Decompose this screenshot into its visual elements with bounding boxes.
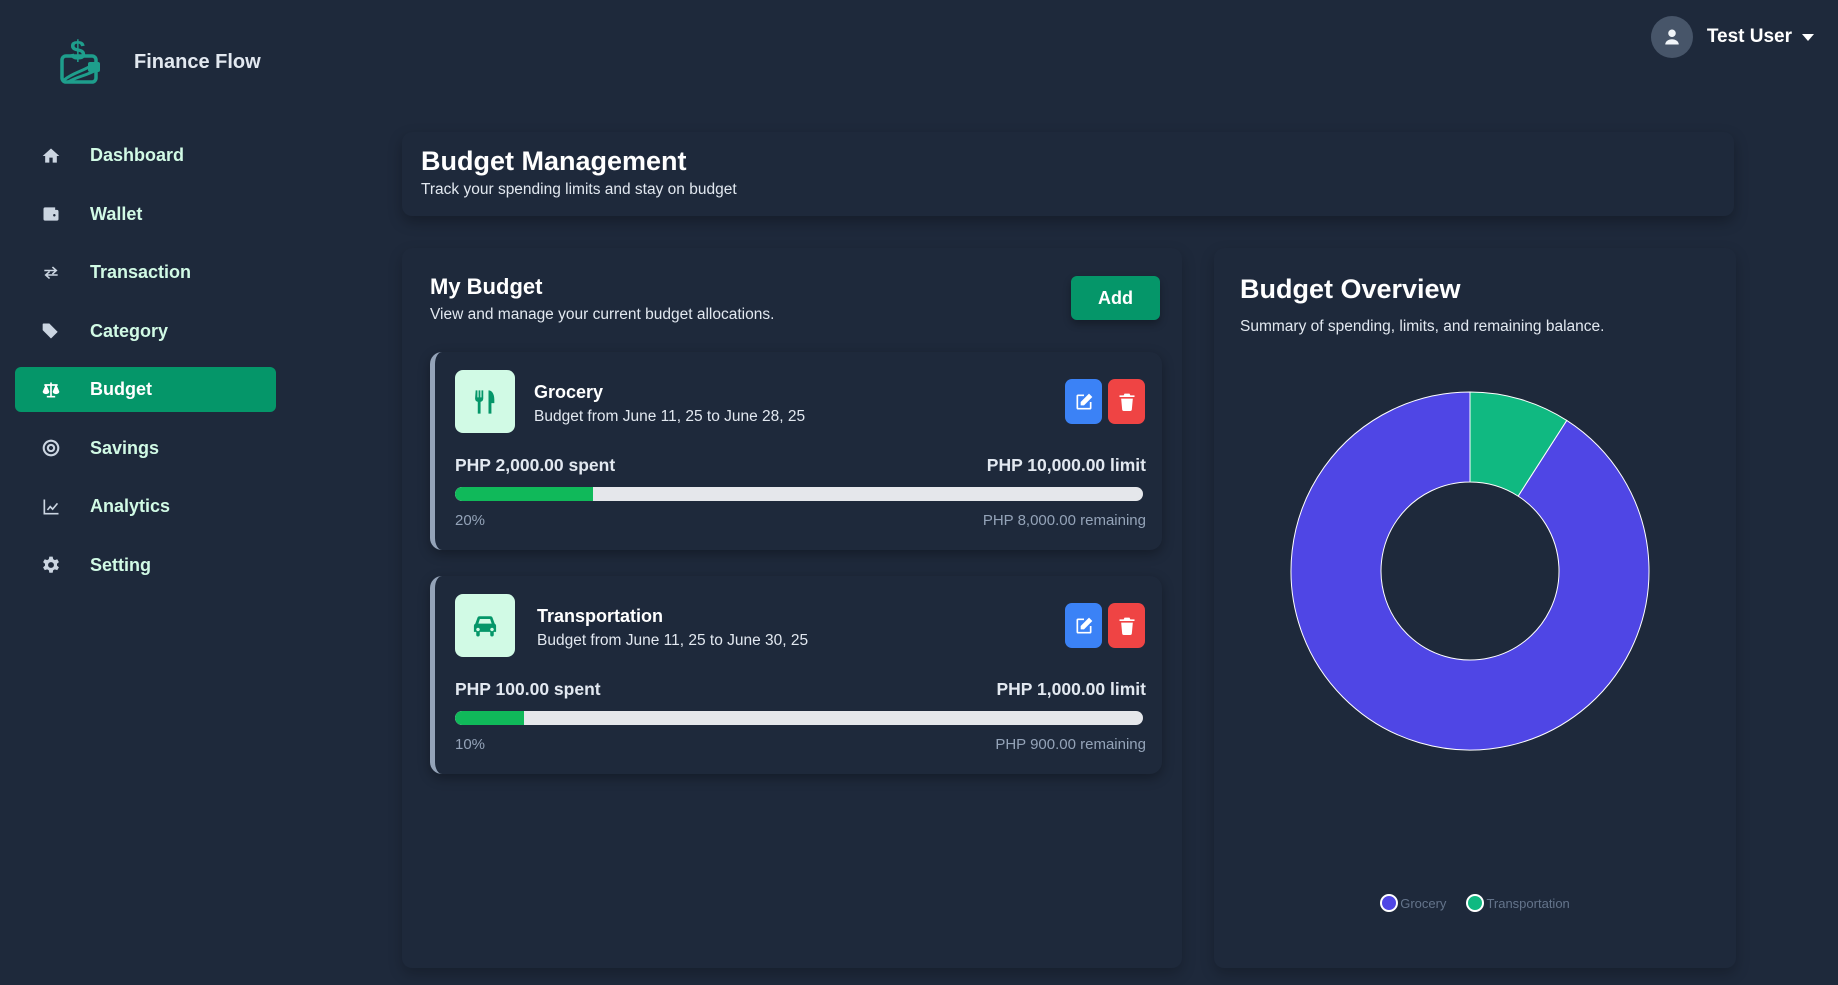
budget-card-grocery: Grocery Budget from June 11, 25 to June … — [430, 352, 1162, 550]
trash-icon — [1119, 393, 1134, 411]
avatar — [1650, 16, 1693, 58]
budget-progress-bar — [455, 487, 1143, 501]
target-icon — [40, 437, 62, 459]
budget-percent: 10% — [455, 736, 486, 753]
sidebar-item-label: Wallet — [90, 203, 143, 224]
edit-icon — [1076, 393, 1092, 409]
edit-icon — [1076, 617, 1092, 633]
sidebar-item-savings[interactable]: Savings — [15, 426, 276, 471]
user-name: Test User — [1706, 26, 1792, 47]
sidebar-item-category[interactable]: Category — [15, 309, 276, 354]
sidebar-item-label: Dashboard — [90, 145, 185, 165]
chevron-down-icon — [1802, 33, 1814, 41]
legend-swatch — [1466, 894, 1485, 912]
sidebar: $ Finance Flow Dashboard Wallet Transact… — [0, 0, 300, 985]
svg-text:$: $ — [70, 35, 86, 66]
budget-progress-fill — [455, 487, 593, 501]
budget-donut-chart — [1290, 391, 1650, 751]
legend-swatch — [1380, 894, 1399, 912]
tags-icon — [40, 320, 62, 342]
legend-label: Grocery — [1400, 895, 1447, 911]
page-subtitle: Track your spending limits and stay on b… — [421, 181, 737, 198]
budget-percent: 20% — [455, 512, 486, 529]
sidebar-item-wallet[interactable]: Wallet — [15, 192, 276, 237]
sidebar-item-label: Savings — [90, 437, 160, 458]
delete-budget-button[interactable] — [1108, 379, 1145, 424]
budget-range: Budget from June 11, 25 to June 28, 25 — [534, 408, 806, 425]
sidebar-item-label: Analytics — [90, 496, 171, 516]
sidebar-item-analytics[interactable]: Analytics — [15, 484, 276, 529]
add-budget-button[interactable]: Add — [1071, 276, 1160, 320]
budget-progress-bar — [455, 711, 1143, 725]
page-header: Budget Management Track your spending li… — [402, 132, 1734, 216]
sidebar-item-label: Budget — [90, 379, 152, 399]
arrows-exchange-icon — [40, 262, 62, 284]
sidebar-item-label: Setting — [90, 554, 151, 575]
legend-item-transportation[interactable]: Transportation — [1466, 894, 1570, 912]
panel-title: My Budget — [430, 274, 543, 299]
my-budget-panel: My Budget View and manage your current b… — [402, 248, 1182, 968]
edit-budget-button[interactable] — [1065, 603, 1102, 648]
budget-card-transportation: Transportation Budget from June 11, 25 t… — [430, 576, 1162, 774]
page-title: Budget Management — [421, 146, 687, 176]
sidebar-nav: Dashboard Wallet Transaction Category Bu… — [15, 133, 276, 601]
sidebar-item-label: Transaction — [90, 262, 192, 282]
budget-limit: PHP 10,000.00 limit — [986, 455, 1146, 475]
sidebar-item-transaction[interactable]: Transaction — [15, 250, 276, 295]
legend-item-grocery[interactable]: Grocery — [1380, 894, 1446, 912]
sidebar-item-budget[interactable]: Budget — [15, 367, 276, 412]
budget-spent: PHP 100.00 spent — [455, 679, 601, 699]
user-menu[interactable]: Test User — [1650, 16, 1814, 58]
budget-name: Transportation — [537, 606, 664, 626]
budget-remaining: PHP 900.00 remaining — [995, 736, 1146, 753]
panel-subtitle: View and manage your current budget allo… — [430, 306, 775, 323]
budget-limit: PHP 1,000.00 limit — [996, 679, 1147, 699]
finance-flow-logo-icon: $ — [60, 35, 100, 84]
trash-icon — [1119, 617, 1134, 635]
chart-line-icon — [40, 496, 62, 518]
budget-name: Grocery — [534, 382, 604, 402]
app-name: Finance Flow — [134, 50, 261, 73]
budget-range: Budget from June 11, 25 to June 30, 25 — [537, 632, 809, 649]
user-icon — [1665, 29, 1679, 45]
utensils-icon — [455, 370, 515, 433]
car-icon — [455, 594, 515, 657]
legend-label: Transportation — [1486, 895, 1570, 911]
home-icon — [40, 145, 62, 167]
edit-budget-button[interactable] — [1065, 379, 1102, 424]
sidebar-item-label: Category — [90, 320, 169, 341]
budget-progress-fill — [455, 711, 524, 725]
gear-icon — [40, 554, 62, 576]
brand[interactable]: $ Finance Flow — [56, 34, 261, 90]
sidebar-item-dashboard[interactable]: Dashboard — [15, 133, 276, 178]
scale-icon — [40, 379, 62, 401]
delete-budget-button[interactable] — [1108, 603, 1145, 648]
budget-overview-panel: Budget Overview Summary of spending, lim… — [1214, 248, 1736, 968]
budget-remaining: PHP 8,000.00 remaining — [982, 512, 1146, 529]
wallet-icon — [40, 203, 62, 225]
chart-legend: Grocery Transportation — [1214, 894, 1736, 912]
budget-spent: PHP 2,000.00 spent — [455, 455, 616, 475]
sidebar-item-setting[interactable]: Setting — [15, 543, 276, 588]
